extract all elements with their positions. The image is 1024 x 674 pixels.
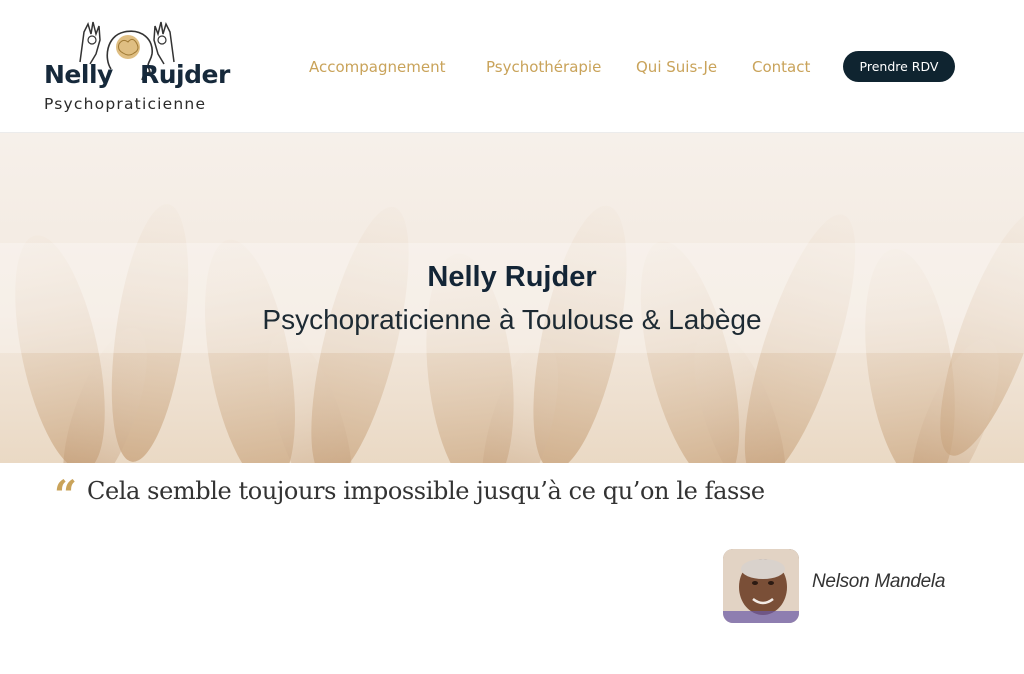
hero-title: Nelly Rujder xyxy=(427,261,597,293)
nav-item-contact[interactable]: Contact xyxy=(752,58,810,76)
author-avatar xyxy=(723,549,799,623)
logo-first-name: Nelly xyxy=(44,60,113,89)
hero-banner: Nelly Rujder Psychopraticienne à Toulous… xyxy=(0,133,1024,463)
nav-item-psychotherapie[interactable]: Psychothérapie xyxy=(486,58,601,76)
site-header: Nelly Rujder Psychopraticienne Accompagn… xyxy=(0,0,1024,133)
nav-item-accompagnement[interactable]: Accompagnement xyxy=(309,58,445,76)
quote-text: Cela semble toujours impossible jusqu’à … xyxy=(87,477,765,505)
pampas-grass-background xyxy=(0,204,1024,463)
quote-author: Nelson Mandela xyxy=(812,571,946,592)
hero-subtitle: Psychopraticienne à Toulouse & Labège xyxy=(262,304,762,335)
quote-mark-icon: “ xyxy=(54,472,78,519)
logo-tagline: Psychopraticienne xyxy=(44,95,207,113)
logo-last-name: Rujder xyxy=(140,60,230,89)
nav-item-qui-suis-je[interactable]: Qui Suis-Je xyxy=(636,58,717,76)
portrait-image xyxy=(723,549,799,623)
book-appointment-button[interactable]: Prendre RDV xyxy=(843,51,955,82)
site-logo[interactable]: Nelly Rujder Psychopraticienne xyxy=(40,14,230,118)
